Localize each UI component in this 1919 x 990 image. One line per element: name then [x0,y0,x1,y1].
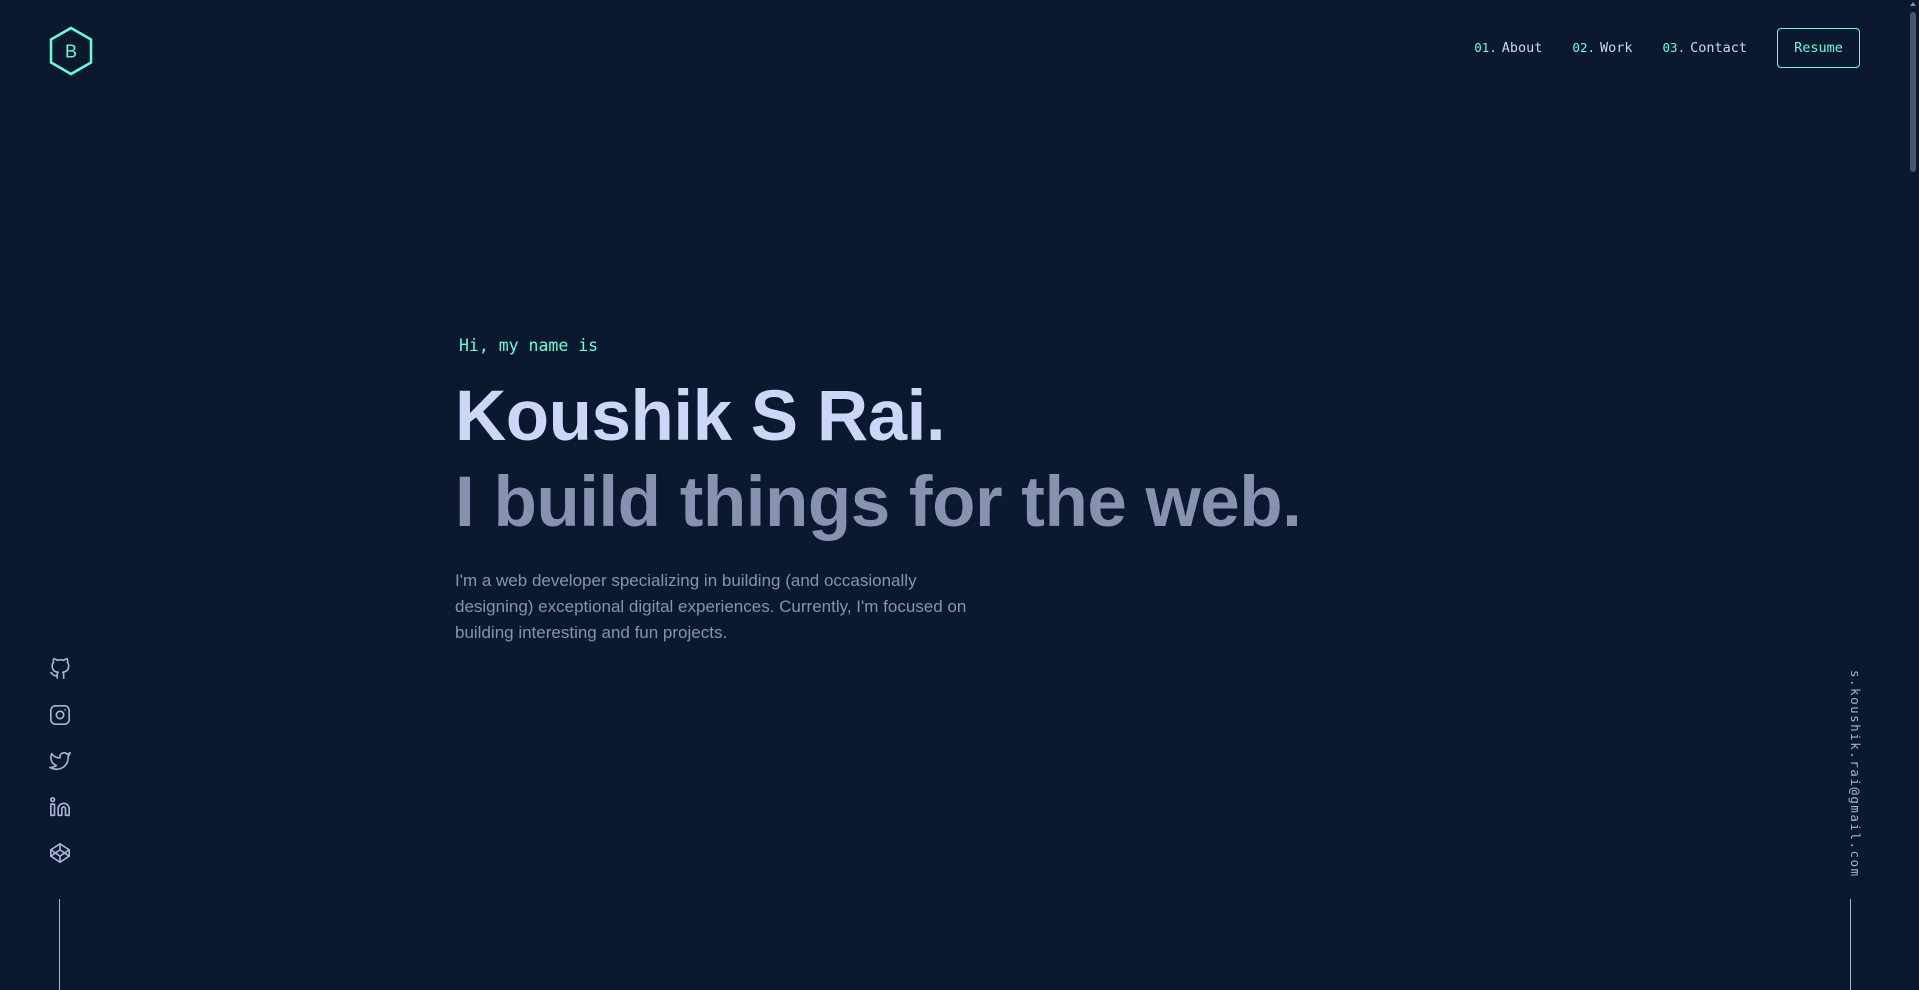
hexagon-logo-icon: B [49,26,93,76]
nav-number: 03. [1662,40,1686,55]
social-links [48,657,72,887]
hero-description: I'm a web developer specializing in buil… [455,571,967,642]
nav-item-work[interactable]: 02. Work [1572,40,1632,56]
nav-item-contact[interactable]: 03. Contact [1663,40,1747,56]
greeting-text: Hi, my name is [459,336,599,355]
linkedin-icon[interactable] [48,795,72,819]
instagram-icon[interactable] [48,703,72,727]
nav-label: About [1501,40,1543,56]
github-icon[interactable] [48,657,72,681]
nav-number: 01. [1474,40,1497,55]
main-nav: 01. About 02. Work 03. Contact Resume [1474,28,1860,68]
twitter-icon[interactable] [48,749,72,773]
email-column: s.koushik.rai@gmail.com [1848,670,1868,878]
nav-label: Work [1600,40,1633,56]
resume-button[interactable]: Resume [1777,28,1860,68]
scroll-up-arrow-icon[interactable] [1910,2,1916,6]
left-vertical-line [59,899,60,990]
scrollbar[interactable] [1907,0,1919,990]
nav-label: Contact [1690,40,1747,56]
nav-number: 02. [1572,40,1595,55]
codepen-icon[interactable] [48,841,72,865]
nav-item-about[interactable]: 01. About [1474,40,1542,56]
hero-tagline: I build things for the web. [455,463,1302,542]
logo-letter: B [65,42,77,62]
logo[interactable]: B [48,26,94,76]
scrollbar-thumb[interactable] [1910,12,1916,172]
right-vertical-line [1850,899,1851,990]
email-link[interactable]: s.koushik.rai@gmail.com [1848,670,1863,878]
hero-name: Koushik S Rai. [455,377,946,456]
